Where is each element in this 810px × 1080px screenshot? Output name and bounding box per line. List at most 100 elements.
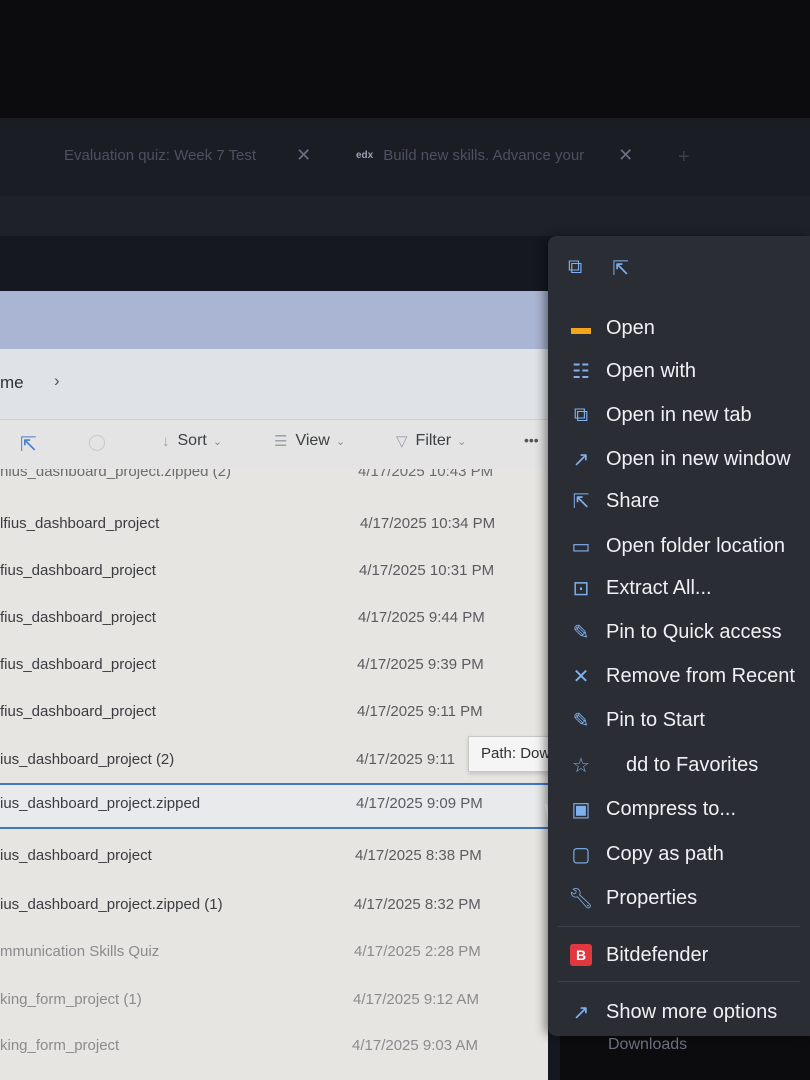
list-item[interactable]: king_form_project (1) 4/17/2025 9:12 AM: [0, 979, 548, 1023]
menu-item-share[interactable]: ⇱ Share: [548, 481, 810, 521]
menu-item-add-to-favorites[interactable]: ☆ dd to Favorites: [548, 745, 810, 785]
chevron-right-icon[interactable]: ›: [54, 371, 60, 391]
file-date: 4/17/2025 9:11 PM: [357, 703, 483, 720]
file-name: nius_dashboard_project.zipped (2): [0, 469, 231, 480]
tab-evaluation-quiz[interactable]: Evaluation quiz: Week 7 Test ✕: [64, 142, 311, 168]
menu-item-label: Compress to...: [606, 797, 737, 820]
menu-item-show-more-options[interactable]: ↗ Show more options: [548, 992, 810, 1032]
explorer-header: [0, 291, 548, 349]
copy-icon[interactable]: ⧉: [568, 256, 582, 281]
sort-label: Sort: [177, 432, 207, 449]
file-name: fius_dashboard_project: [0, 703, 156, 720]
file-date: 4/17/2025 9:39 PM: [357, 656, 484, 673]
file-name: ius_dashboard_project: [0, 847, 152, 864]
menu-item-properties[interactable]: 🔧︎ Properties: [548, 878, 810, 918]
remove-icon: ✕: [572, 665, 590, 688]
menu-item-label: Open folder location: [606, 534, 786, 557]
file-name: ius_dashboard_project.zipped: [0, 795, 201, 812]
menu-item-label: Share: [606, 489, 660, 512]
list-item[interactable]: mmunication Skills Quiz 4/17/2025 2:28 P…: [0, 931, 548, 975]
menu-item-open-new-window[interactable]: ↗ Open in new window: [548, 439, 810, 479]
menu-item-extract-all[interactable]: ⊡ Extract All...: [548, 568, 810, 608]
list-item[interactable]: lfius_dashboard_project 4/17/2025 10:34 …: [0, 503, 548, 547]
breadcrumb: me ›: [0, 349, 548, 419]
menu-item-remove-from-recent[interactable]: ✕ Remove from Recent: [548, 656, 810, 696]
menu-item-label: Pin to Quick access: [606, 620, 782, 643]
copy-path-icon: ▢: [571, 843, 591, 866]
edx-favicon-icon: edx: [356, 149, 374, 161]
chevron-down-icon: ⌄: [212, 435, 223, 448]
menu-footer-text: Downloads: [608, 1036, 688, 1053]
menu-item-label: dd to Favorites: [626, 753, 759, 776]
delete-icon: ◯: [88, 434, 106, 451]
file-name: fius_dashboard_project: [0, 656, 156, 673]
menu-item-label: Open with: [606, 359, 697, 382]
file-date: 4/17/2025 10:34 PM: [360, 515, 496, 532]
close-tab-icon[interactable]: ✕: [618, 145, 633, 166]
open-with-icon: ☷: [572, 360, 590, 383]
view-label: View: [295, 432, 330, 449]
file-date: 4/17/2025 10:43 PM: [358, 469, 494, 480]
file-name: king_form_project: [0, 1037, 120, 1054]
list-item[interactable]: ius_dashboard_project 4/17/2025 8:38 PM: [0, 835, 548, 879]
extract-icon: ⊡: [572, 577, 590, 600]
sort-arrow-icon: ↓: [162, 432, 170, 450]
tab-edx[interactable]: edx Build new skills. Advance your ✕: [356, 142, 633, 168]
file-explorer-window: me › ⇱ ◯ ↓ Sort ⌄ ☰ View ⌄ ▽ Filter ⌄ ••…: [0, 236, 560, 1080]
more-options-icon: ↗: [572, 1001, 590, 1024]
file-name: fius_dashboard_project: [0, 609, 156, 626]
menu-item-pin-quick-access[interactable]: ✎ Pin to Quick access: [548, 612, 810, 652]
list-item[interactable]: king_form_project 4/17/2025 9:03 AM: [0, 1025, 548, 1069]
file-list: nius_dashboard_project.zipped (2) 4/17/2…: [0, 469, 548, 1080]
list-item[interactable]: fius_dashboard_project 4/17/2025 9:39 PM: [0, 644, 548, 688]
star-icon: ☆: [572, 754, 590, 777]
filter-icon: ▽: [396, 433, 408, 450]
menu-item-pin-to-start[interactable]: ✎ Pin to Start: [548, 700, 810, 740]
menu-item-open[interactable]: ▬ Open: [548, 308, 810, 348]
list-item-selected[interactable]: ius_dashboard_project.zipped 4/17/2025 9…: [0, 783, 548, 829]
list-item[interactable]: fius_dashboard_project 4/17/2025 10:31 P…: [0, 550, 548, 594]
context-menu: ⧉ ⇱ ▬ Open ☷ Open with ⧉ Open in new tab…: [548, 236, 810, 1053]
menu-separator: [558, 981, 800, 982]
share-icon[interactable]: ⇱: [612, 256, 629, 281]
menu-item-label: Pin to Start: [606, 708, 705, 731]
file-date: 4/17/2025 9:12 AM: [353, 991, 479, 1008]
menu-item-open-with[interactable]: ☷ Open with: [548, 351, 810, 391]
breadcrumb-home[interactable]: me: [0, 373, 24, 393]
view-button[interactable]: ☰ View ⌄: [274, 432, 345, 450]
menu-item-label: Show more options: [606, 1000, 778, 1023]
tab-title: Build new skills. Advance your: [383, 146, 585, 164]
list-item[interactable]: ius_dashboard_project.zipped (1) 4/17/20…: [0, 884, 548, 928]
menu-separator: [558, 926, 800, 927]
menu-item-label: Properties: [606, 886, 698, 909]
new-tab-icon: ⧉: [573, 403, 589, 426]
share-icon[interactable]: ⇱: [20, 432, 37, 457]
list-item[interactable]: fius_dashboard_project 4/17/2025 9:11 PM: [0, 691, 548, 735]
sort-button[interactable]: ↓ Sort ⌄: [162, 432, 222, 450]
file-date: 4/17/2025 8:32 PM: [354, 896, 481, 913]
file-date: 4/17/2025 9:09 PM: [356, 795, 483, 812]
menu-item-open-folder-location[interactable]: ▭ Open folder location: [548, 526, 810, 566]
chevron-down-icon: ⌄: [335, 435, 346, 448]
menu-item-bitdefender[interactable]: B Bitdefender: [548, 935, 810, 975]
list-item[interactable]: ius_dashboard_project (2) 4/17/2025 9:11: [0, 739, 548, 783]
new-tab-icon[interactable]: +: [678, 146, 690, 169]
file-date: 4/17/2025 8:38 PM: [355, 847, 482, 864]
file-name: lfius_dashboard_project: [0, 515, 160, 532]
view-list-icon: ☰: [274, 433, 288, 450]
menu-item-open-new-tab[interactable]: ⧉ Open in new tab: [548, 395, 810, 435]
menu-item-label: Open in new window: [606, 447, 791, 470]
new-window-icon: ↗: [572, 448, 590, 471]
filter-label: Filter: [415, 432, 452, 449]
menu-item-label: Open: [606, 316, 655, 339]
menu-item-compress-to[interactable]: ▣ Compress to...: [548, 789, 810, 829]
list-item[interactable]: fius_dashboard_project 4/17/2025 9:44 PM: [0, 597, 548, 641]
explorer-toolbar: ⇱ ◯ ↓ Sort ⌄ ☰ View ⌄ ▽ Filter ⌄ •••: [0, 419, 548, 469]
filter-button[interactable]: ▽ Filter ⌄: [396, 432, 466, 450]
more-options-icon[interactable]: •••: [524, 432, 539, 448]
close-tab-icon[interactable]: ✕: [296, 145, 311, 166]
menu-item-copy-as-path[interactable]: ▢ Copy as path: [548, 834, 810, 874]
tab-title: Evaluation quiz: Week 7 Test: [64, 146, 257, 164]
menu-item-label: Open in new tab: [606, 403, 752, 426]
pin-icon: ✎: [572, 621, 590, 644]
